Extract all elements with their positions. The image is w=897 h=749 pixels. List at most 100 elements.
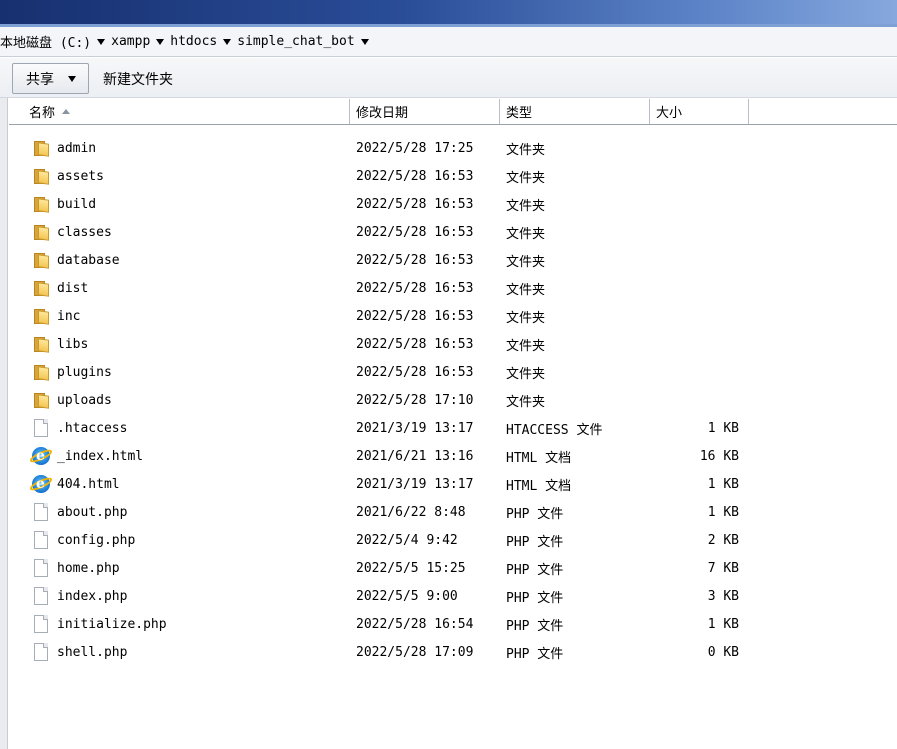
file-icon-cell [31,526,51,554]
file-date: 2021/6/21 13:16 [356,448,474,464]
file-name: classes [57,224,112,240]
file-name: 404.html [57,476,120,492]
address-bar[interactable]: 本地磁盘 (C:) xampp htdocs simple_chat_bot [0,27,897,57]
file-date: 2022/5/5 9:00 [356,588,458,604]
file-row[interactable]: index.php 2022/5/5 9:00 PHP 文件 3 KB [9,582,897,610]
file-date: 2022/5/28 17:25 [356,140,474,156]
column-header-date[interactable]: 修改日期 [350,99,500,124]
file-name: database [57,252,120,268]
file-name: about.php [57,504,128,520]
chevron-down-icon[interactable] [360,38,369,45]
file-date: 2022/5/28 16:53 [356,168,474,184]
file-row[interactable]: plugins 2022/5/28 16:53 文件夹 [9,358,897,386]
folder-icon [33,168,50,185]
file-type: 文件夹 [506,170,546,186]
column-header: 名称 修改日期 类型 大小 [9,99,897,125]
share-button[interactable]: 共享 [12,63,89,94]
file-row[interactable]: home.php 2022/5/5 15:25 PHP 文件 7 KB [9,554,897,582]
file-row[interactable]: inc 2022/5/28 16:53 文件夹 [9,302,897,330]
file-size: 1 KB [707,504,739,520]
file-name: .htaccess [57,420,128,436]
breadcrumb-htdocs[interactable]: htdocs [170,27,237,57]
file-size: 1 KB [707,420,739,436]
file-type: 文件夹 [506,394,546,410]
file-date: 2022/5/4 9:42 [356,532,458,548]
file-type: 文件夹 [506,338,546,354]
breadcrumb-label[interactable]: simple_chat_bot [237,34,354,49]
chevron-down-icon[interactable] [97,38,106,45]
file-date: 2022/5/5 15:25 [356,560,466,576]
sort-ascending-icon [62,109,71,114]
file-type: PHP 文件 [506,590,564,606]
chevron-down-icon[interactable] [156,38,165,45]
chevron-down-icon[interactable] [223,38,232,45]
file-type: 文件夹 [506,142,546,158]
breadcrumb-label[interactable]: htdocs [170,34,217,49]
file-name: initialize.php [57,616,167,632]
column-header-label: 大小 [656,106,683,121]
file-name: inc [57,308,81,324]
share-button-label: 共享 [26,71,54,88]
column-header-label: 修改日期 [356,106,409,121]
column-header-type[interactable]: 类型 [500,99,650,124]
file-type: PHP 文件 [506,618,564,634]
file-icon [34,419,48,437]
file-icon-cell [31,274,51,302]
file-icon-cell [31,554,51,582]
folder-icon [33,336,50,353]
file-row[interactable]: admin 2022/5/28 17:25 文件夹 [9,134,897,162]
file-icon [34,587,48,605]
ie-html-icon: e [28,475,54,493]
file-row[interactable]: config.php 2022/5/4 9:42 PHP 文件 2 KB [9,526,897,554]
breadcrumb-label[interactable]: 本地磁盘 (C:) [0,32,91,51]
folder-icon [33,308,50,325]
file-icon [34,643,48,661]
file-icon-cell [31,330,51,358]
file-row[interactable]: about.php 2021/6/22 8:48 PHP 文件 1 KB [9,498,897,526]
file-icon-cell: e [28,470,54,498]
breadcrumb-local-disk[interactable]: 本地磁盘 (C:) [0,27,111,57]
file-type: PHP 文件 [506,534,564,550]
column-header-size[interactable]: 大小 [650,99,749,124]
navigation-pane-edge[interactable] [0,98,8,749]
file-name: shell.php [57,644,128,660]
folder-icon [33,196,50,213]
file-row[interactable]: initialize.php 2022/5/28 16:54 PHP 文件 1 KB [9,610,897,638]
breadcrumb-simple-chat-bot[interactable]: simple_chat_bot [237,27,374,57]
file-size: 7 KB [707,560,739,576]
column-header-name[interactable]: 名称 [23,99,350,124]
file-row[interactable]: classes 2022/5/28 16:53 文件夹 [9,218,897,246]
ie-html-icon: e [28,447,54,465]
file-row[interactable]: assets 2022/5/28 16:53 文件夹 [9,162,897,190]
file-row[interactable]: e _index.html 2021/6/21 13:16 HTML 文档 16 KB [9,442,897,470]
file-size: 3 KB [707,588,739,604]
file-date: 2022/5/28 16:53 [356,252,474,268]
file-size: 1 KB [707,476,739,492]
file-row[interactable]: .htaccess 2021/3/19 13:17 HTACCESS 文件 1 KB [9,414,897,442]
file-size [649,190,739,218]
file-name: index.php [57,588,128,604]
file-icon [34,503,48,521]
file-icon-cell: e [28,442,54,470]
file-icon-cell [31,638,51,666]
breadcrumb-label[interactable]: xampp [111,34,150,49]
file-row[interactable]: e 404.html 2021/3/19 13:17 HTML 文档 1 KB [9,470,897,498]
breadcrumb-xampp[interactable]: xampp [111,27,170,57]
folder-icon [33,140,50,157]
file-size: 2 KB [707,532,739,548]
new-folder-button[interactable]: 新建文件夹 [95,63,181,94]
file-row[interactable]: libs 2022/5/28 16:53 文件夹 [9,330,897,358]
file-icon [34,531,48,549]
file-size [649,330,739,358]
file-name: dist [57,280,89,296]
file-row[interactable]: shell.php 2022/5/28 17:09 PHP 文件 0 KB [9,638,897,666]
file-date: 2022/5/28 16:53 [356,364,474,380]
file-row[interactable]: build 2022/5/28 16:53 文件夹 [9,190,897,218]
file-row[interactable]: dist 2022/5/28 16:53 文件夹 [9,274,897,302]
file-icon-cell [31,386,51,414]
file-row[interactable]: database 2022/5/28 16:53 文件夹 [9,246,897,274]
file-row[interactable]: uploads 2022/5/28 17:10 文件夹 [9,386,897,414]
file-size [649,162,739,190]
file-size [649,134,739,162]
file-date: 2021/3/19 13:17 [356,476,474,492]
